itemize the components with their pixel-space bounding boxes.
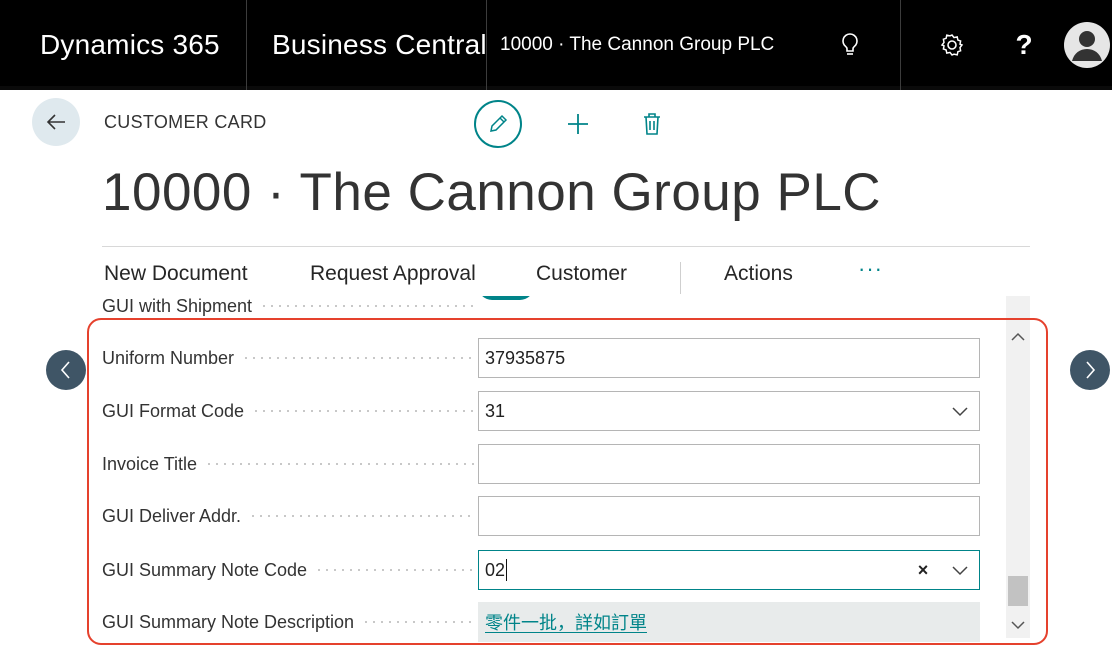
chevron-down-icon[interactable] <box>951 561 969 579</box>
field-uniform-number: Uniform Number 37935875 <box>92 338 992 378</box>
field-group: GUI with Shipment Uniform Number 3793587… <box>92 296 1004 646</box>
header-divider <box>102 246 1030 247</box>
trash-icon <box>644 113 660 135</box>
field-gui-deliver-addr: GUI Deliver Addr. <box>92 496 992 536</box>
plus-icon <box>568 114 588 134</box>
arrow-left-icon <box>46 114 65 130</box>
field-label: Invoice Title <box>102 444 476 484</box>
topbar-divider <box>246 0 247 90</box>
action-bar: New Document Request Approval Customer A… <box>104 256 1024 296</box>
invoice-title-input[interactable] <box>478 444 980 484</box>
new-document-action[interactable]: New Document <box>104 262 248 286</box>
avatar[interactable] <box>1062 0 1112 90</box>
field-gui-format-code: GUI Format Code 31 <box>92 391 992 431</box>
top-navigation-bar: Dynamics 365 Business Central 10000 · Th… <box>0 0 1112 90</box>
delete-button[interactable] <box>628 100 676 148</box>
actions-menu[interactable]: Actions <box>724 262 793 286</box>
chevron-up-icon <box>1011 332 1025 341</box>
gui-format-code-select[interactable]: 31 <box>478 391 980 431</box>
gear-icon[interactable] <box>930 0 974 90</box>
text-caret <box>506 559 508 581</box>
gui-with-shipment-toggle[interactable] <box>478 296 534 300</box>
page-title: 10000 · The Cannon Group PLC <box>102 163 882 222</box>
app-name[interactable]: Business Central <box>272 0 487 90</box>
field-label: GUI Deliver Addr. <box>102 496 476 536</box>
add-button[interactable] <box>554 100 602 148</box>
next-record-button[interactable] <box>1070 350 1110 390</box>
scroll-up-button[interactable] <box>1006 326 1030 348</box>
customer-action[interactable]: Customer <box>536 262 627 286</box>
field-gui-with-shipment: GUI with Shipment <box>92 296 992 326</box>
lightbulb-icon[interactable] <box>828 0 872 90</box>
chevron-down-icon <box>1011 621 1025 630</box>
field-label: GUI Format Code <box>102 391 476 431</box>
field-label: GUI with Shipment <box>102 296 476 326</box>
request-approval-action[interactable]: Request Approval <box>310 262 476 286</box>
field-gui-summary-note-description: GUI Summary Note Description 零件一批，詳如訂單 <box>92 602 992 642</box>
field-label: GUI Summary Note Code <box>102 550 476 590</box>
vertical-scrollbar[interactable] <box>1006 296 1030 638</box>
edit-button[interactable] <box>474 100 522 148</box>
topbar-divider <box>486 0 487 90</box>
product-name[interactable]: Dynamics 365 <box>40 0 220 90</box>
help-icon[interactable]: ? <box>1004 0 1044 90</box>
uniform-number-input[interactable]: 37935875 <box>478 338 980 378</box>
chevron-left-icon <box>60 361 70 379</box>
field-invoice-title: Invoice Title <box>92 444 992 484</box>
description-link[interactable]: 零件一批，詳如訂單 <box>485 609 647 635</box>
previous-record-button[interactable] <box>46 350 86 390</box>
action-divider <box>680 262 681 294</box>
gui-summary-note-code-select[interactable]: 02 × <box>478 550 980 590</box>
gui-summary-note-description-value[interactable]: 零件一批，詳如訂單 <box>478 602 980 642</box>
field-label: GUI Summary Note Description <box>102 602 476 642</box>
more-actions-button[interactable]: ··· <box>858 256 883 282</box>
field-gui-summary-note-code: GUI Summary Note Code 02 × <box>92 550 992 590</box>
scroll-thumb[interactable] <box>1008 576 1028 606</box>
pencil-icon <box>490 114 508 132</box>
scroll-down-button[interactable] <box>1006 614 1030 636</box>
chevron-right-icon <box>1086 361 1096 379</box>
field-label: Uniform Number <box>102 338 476 378</box>
back-button[interactable] <box>32 98 80 146</box>
gui-deliver-addr-input[interactable] <box>478 496 980 536</box>
clear-icon[interactable]: × <box>913 559 933 581</box>
chevron-down-icon[interactable] <box>951 402 969 420</box>
page-caption: CUSTOMER CARD <box>104 112 267 132</box>
breadcrumb[interactable]: 10000 · The Cannon Group PLC <box>500 0 774 90</box>
topbar-divider <box>900 0 901 90</box>
